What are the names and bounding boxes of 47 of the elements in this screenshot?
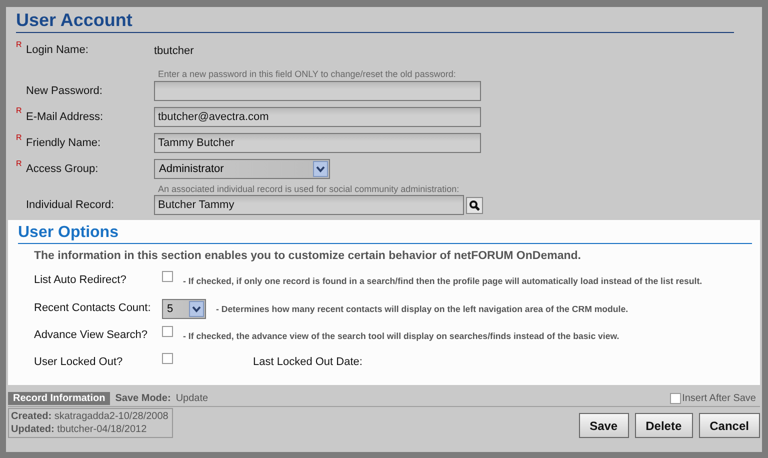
field-hint: An associated individual record is used for social community administration: bbox=[157, 184, 460, 194]
checkbox[interactable] bbox=[670, 392, 682, 404]
record-info-label: Record Information bbox=[8, 392, 110, 404]
action-button[interactable]: Save bbox=[578, 413, 629, 438]
required-mark: R bbox=[16, 134, 23, 142]
required-mark: R bbox=[16, 160, 23, 168]
checkbox[interactable] bbox=[162, 353, 173, 364]
save-mode-label: Save Mode: bbox=[115, 392, 171, 404]
option-label: Recent Contacts Count: bbox=[34, 301, 152, 314]
field-label: Individual Record: bbox=[26, 199, 114, 211]
text-field[interactable]: Tammy Butcher bbox=[154, 133, 481, 153]
section-title: User Options bbox=[18, 224, 752, 244]
checkbox[interactable] bbox=[162, 271, 173, 282]
text-field[interactable]: tbutcher@avectra.com bbox=[154, 106, 481, 126]
dropdown-caret-icon bbox=[189, 301, 204, 317]
lookup-field[interactable]: Butcher Tammy bbox=[154, 195, 464, 215]
access-group-select[interactable]: Administrator bbox=[154, 159, 330, 179]
field-label: Access Group: bbox=[26, 163, 98, 175]
audit-line: Updated: tbutcher-04/18/2012 bbox=[11, 423, 148, 436]
section-title: User Account bbox=[16, 10, 734, 33]
action-button[interactable]: Delete bbox=[634, 413, 693, 438]
option-label: List Auto Redirect? bbox=[34, 273, 128, 286]
field-label: Friendly Name: bbox=[26, 137, 101, 149]
audit-line: Created: skatragadda2-10/28/2008 bbox=[11, 410, 168, 423]
field-label: New Password: bbox=[26, 85, 102, 97]
dropdown-caret-icon bbox=[313, 161, 328, 177]
search-icon bbox=[469, 200, 480, 210]
field-hint: Enter a new password in this field ONLY to change/reset the old password: bbox=[157, 69, 456, 79]
search-button[interactable] bbox=[466, 196, 483, 214]
field-label: Login Name: bbox=[26, 44, 88, 56]
text-field[interactable] bbox=[154, 81, 481, 101]
required-mark: R bbox=[16, 41, 23, 49]
checkbox[interactable] bbox=[162, 326, 173, 337]
option-note: - If checked, the advance view of the search tool will display on searches/finds instead of the basic view. bbox=[182, 330, 620, 341]
option-note: - Determines how many recent contacts will display on the left navigation area of the CRM module. bbox=[215, 303, 630, 314]
field-label: E-Mail Address: bbox=[26, 110, 104, 122]
option-label: Last Locked Out Date: bbox=[252, 355, 364, 368]
action-button[interactable]: Cancel bbox=[698, 413, 760, 438]
option-note: - If checked, if only one record is found in a search/find then the profile page will automatically load instead of the list result. bbox=[182, 275, 704, 286]
count-select[interactable]: 5 bbox=[162, 299, 206, 319]
checkbox-label: Insert After Save bbox=[682, 392, 756, 404]
option-label: User Locked Out? bbox=[34, 355, 124, 368]
required-mark: R bbox=[16, 107, 23, 115]
section-description: The information in this section enables you to customize certain behavior of netFORUM OnDemand. bbox=[33, 249, 582, 262]
save-mode-value: Update bbox=[176, 392, 208, 404]
login-value: tbutcher bbox=[154, 45, 194, 57]
option-label: Advance View Search? bbox=[34, 328, 149, 341]
